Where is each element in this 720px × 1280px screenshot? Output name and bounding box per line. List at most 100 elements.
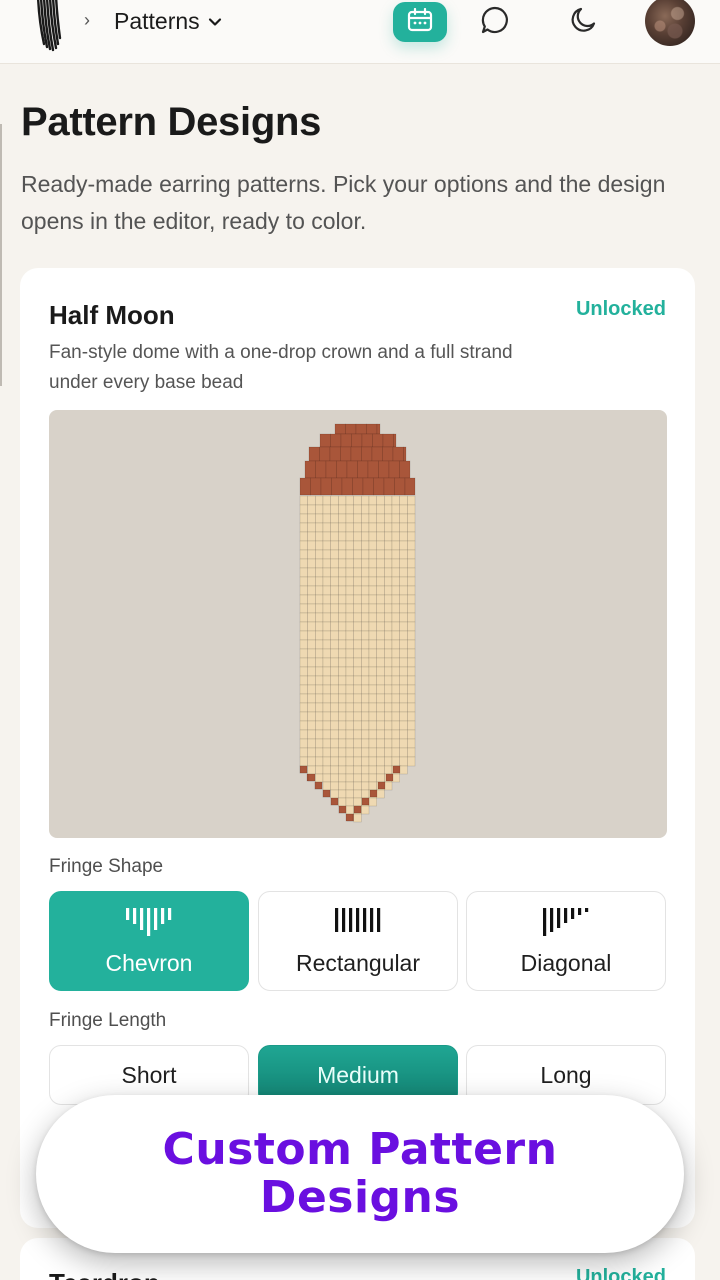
fringe-bead xyxy=(322,648,331,659)
fringe-bead xyxy=(338,495,347,506)
fringe-bead xyxy=(391,657,400,668)
fringe-shape-rectangular-button[interactable]: Rectangular xyxy=(258,891,458,991)
fringe-bead xyxy=(299,612,308,623)
fringe-bead xyxy=(345,781,354,791)
fringe-bead xyxy=(307,531,316,542)
fringe-bead xyxy=(330,773,339,783)
fringe-tip-bead xyxy=(330,797,339,806)
fringe-bead xyxy=(322,684,331,695)
fringe-bead xyxy=(307,720,316,731)
fringe-bead xyxy=(384,684,393,695)
chevron-down-icon xyxy=(208,8,222,35)
fringe-bead xyxy=(315,747,324,758)
fringe-shape-label: Fringe Shape xyxy=(49,856,164,877)
pattern-preview[interactable] xyxy=(49,410,667,838)
fringe-bead xyxy=(391,720,400,731)
fringe-bead xyxy=(407,756,416,767)
fringe-bead xyxy=(376,603,385,614)
fringe-bead xyxy=(368,558,377,569)
fringe-bead xyxy=(399,756,408,767)
fringe-bead xyxy=(368,747,377,758)
fringe-bead xyxy=(322,549,331,560)
fringe-bead xyxy=(376,576,385,587)
chat-button[interactable] xyxy=(468,2,522,42)
fringe-bead xyxy=(330,702,339,713)
status-badge: Unlocked xyxy=(575,1266,666,1280)
fringe-tip-bead xyxy=(361,797,370,806)
fringe-tip-bead xyxy=(314,781,323,790)
breadcrumb-patterns-dropdown[interactable]: Patterns xyxy=(114,6,222,36)
fringe-bead xyxy=(361,684,370,695)
fringe-bead xyxy=(338,729,347,740)
fringe-bead xyxy=(338,639,347,650)
fringe-shape-diagonal-button[interactable]: Diagonal xyxy=(466,891,666,991)
fringe-bead xyxy=(338,666,347,677)
fringe-bead xyxy=(361,693,370,704)
theme-toggle-button[interactable] xyxy=(557,2,611,42)
fringe-bead xyxy=(361,648,370,659)
fringe-bead xyxy=(338,540,347,551)
fringe-bead xyxy=(361,756,370,767)
calendar-button[interactable] xyxy=(393,2,447,42)
fringe-length-label: Fringe Length xyxy=(49,1010,167,1031)
fringe-bead xyxy=(361,702,370,713)
fringe-bead xyxy=(307,567,316,578)
fringe-bead xyxy=(299,594,308,605)
fringe-bead xyxy=(384,657,393,668)
crown-bead xyxy=(331,477,343,496)
top-bar: › Patterns xyxy=(0,0,720,64)
fringe-bead xyxy=(315,576,324,587)
fringe-shape-chevron-button[interactable]: Chevron xyxy=(49,891,249,991)
fringe-bead xyxy=(345,765,354,775)
fringe-bead xyxy=(384,549,393,560)
fringe-bead xyxy=(384,522,393,533)
fringe-bead xyxy=(368,495,377,506)
fringe-tip-bead xyxy=(369,789,378,798)
fringe-bead xyxy=(299,756,308,767)
fringe-bead xyxy=(391,522,400,533)
fringe-bead xyxy=(368,648,377,659)
fringe-bead xyxy=(330,504,339,515)
fringe-bead xyxy=(307,585,316,596)
fringe-bead xyxy=(299,531,308,542)
fringe-bead xyxy=(338,702,347,713)
fringe-bead xyxy=(299,522,308,533)
fringe-bead xyxy=(330,603,339,614)
fringe-bead xyxy=(345,495,354,506)
fringe-bead xyxy=(322,738,331,749)
fringe-bead xyxy=(345,729,354,740)
fringe-bead xyxy=(345,693,354,704)
status-badge: Unlocked xyxy=(575,298,666,320)
fringe-bead xyxy=(407,513,416,524)
crown-bead xyxy=(320,477,332,496)
fringe-bead xyxy=(338,738,347,749)
fringe-bead xyxy=(345,711,354,722)
fringe-bead xyxy=(299,567,308,578)
fringe-bead xyxy=(330,756,339,767)
fringe-bead xyxy=(368,797,377,807)
fringe-bead xyxy=(399,531,408,542)
fringe-bead xyxy=(322,756,331,767)
fringe-bead xyxy=(315,657,324,668)
fringe-earring-logo-icon[interactable] xyxy=(30,0,70,54)
crown-bead xyxy=(319,433,331,448)
crown-bead xyxy=(388,460,400,479)
fringe-bead xyxy=(391,495,400,506)
fringe-bead xyxy=(399,576,408,587)
user-avatar[interactable] xyxy=(645,0,695,46)
fringe-bead xyxy=(399,738,408,749)
fringe-bead xyxy=(353,594,362,605)
fringe-bead xyxy=(330,540,339,551)
fringe-bead xyxy=(338,504,347,515)
fringe-bead xyxy=(368,630,377,641)
fringe-bead xyxy=(345,594,354,605)
fringe-bead xyxy=(376,773,385,783)
fringe-bead xyxy=(299,657,308,668)
page-title: Pattern Designs xyxy=(21,100,322,144)
fringe-bead xyxy=(322,621,331,632)
fringe-bead xyxy=(353,773,362,783)
fringe-bead xyxy=(338,747,347,758)
fringe-bead xyxy=(368,576,377,587)
fringe-bead xyxy=(384,639,393,650)
fringe-bead xyxy=(376,567,385,578)
